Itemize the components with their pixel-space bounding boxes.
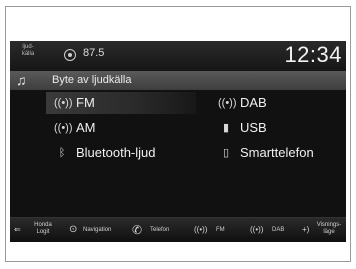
navigation-icon: ⊙: [69, 224, 78, 235]
phone-label: Telefon: [150, 227, 170, 233]
source-label: Smarttelefon: [240, 145, 314, 160]
dab-button[interactable]: ((•)) DAB: [246, 218, 294, 242]
source-label: Bluetooth-ljud: [76, 145, 156, 160]
screen-header: ♫ Byte av ljudkälla: [10, 71, 346, 90]
navigation-label: Navigation: [83, 227, 112, 233]
phone-button[interactable]: ✆ Telefon: [130, 218, 186, 242]
source-item-usb[interactable]: ▮ USB: [210, 117, 340, 139]
source-label: DAB: [240, 95, 267, 110]
view-mode-icon: +): [302, 225, 310, 234]
source-item-am[interactable]: ((•)) AM: [46, 117, 196, 139]
audio-source-button[interactable]: ljud- källa: [16, 44, 40, 58]
audio-screen: ljud- källa 87.5 12:34 ♫ Byte av ljudkäl…: [10, 41, 346, 242]
source-tag-line1: ljud-: [22, 44, 34, 50]
radio-icon: ((•)): [218, 97, 237, 109]
source-item-dab[interactable]: ((•)) DAB: [210, 92, 340, 114]
radio-icon: ((•)): [194, 225, 208, 234]
usb-icon: ▮: [222, 122, 230, 134]
fm-label: FM: [216, 227, 225, 233]
radio-icon: ((•)): [54, 97, 73, 109]
source-item-fm[interactable]: ((•)) FM: [46, 92, 196, 114]
source-item-bluetooth[interactable]: ᛒ Bluetooth-ljud: [46, 142, 196, 164]
source-item-smartphone[interactable]: ▯ Smarttelefon: [210, 142, 340, 164]
honda-logit-button[interactable]: ⇐ Honda Logit: [10, 218, 60, 242]
source-label: AM: [76, 120, 96, 135]
home-label-line1: Honda: [34, 222, 52, 228]
navigation-button[interactable]: ⊙ Navigation: [67, 218, 127, 242]
bottom-bar: ⇐ Honda Logit ⊙ Navigation ✆ Telefon ((•…: [10, 217, 346, 242]
radio-icon: [64, 49, 76, 61]
source-label: FM: [76, 95, 95, 110]
page-title: Byte av ljudkälla: [52, 74, 132, 86]
fm-button[interactable]: ((•)) FM: [190, 218, 236, 242]
dab-label: DAB: [272, 227, 285, 233]
figure-frame: ljud- källa 87.5 12:34 ♫ Byte av ljudkäl…: [5, 6, 351, 262]
radio-icon: ((•)): [54, 122, 73, 134]
phone-handset-icon: ✆: [132, 223, 143, 237]
clock: 12:34: [284, 42, 342, 67]
view-mode-button[interactable]: +) Visnings- läge: [300, 218, 346, 242]
source-label: USB: [240, 120, 267, 135]
bluetooth-icon: ᛒ: [58, 147, 66, 159]
source-tag-line2: källa: [21, 51, 35, 57]
music-note-icon: ♫: [16, 72, 27, 88]
back-icon: ⇐: [14, 225, 21, 234]
view-label-line1: Visnings-: [316, 222, 342, 228]
view-label-line2: läge: [323, 229, 335, 235]
status-bar: ljud- källa 87.5 12:34: [10, 41, 346, 71]
radio-icon: ((•)): [250, 225, 264, 234]
home-label-line2: Logit: [36, 229, 50, 235]
phone-icon: ▯: [222, 147, 230, 159]
frequency-display: 87.5: [83, 47, 105, 59]
